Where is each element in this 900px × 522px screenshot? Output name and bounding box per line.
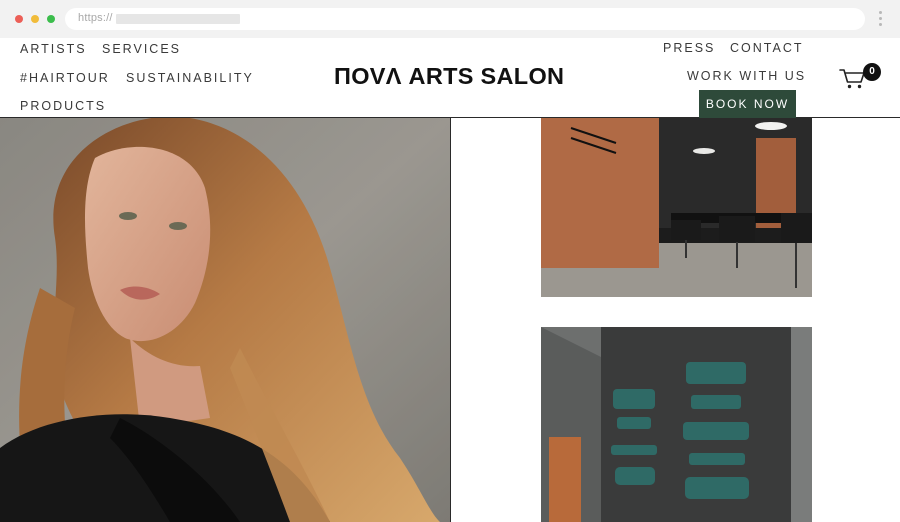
browser-toolbar: https:// bbox=[0, 0, 900, 38]
nav-services[interactable]: SERVICES bbox=[102, 42, 181, 56]
nav-hairtour[interactable]: #HAIRTOUR bbox=[20, 71, 110, 85]
nav-work-with-us[interactable]: WORK WITH US bbox=[687, 69, 806, 83]
address-bar[interactable]: https:// bbox=[65, 8, 865, 30]
book-now-button[interactable]: BOOK NOW bbox=[699, 90, 796, 119]
site-logo[interactable]: ПOVΛ ARTS SALON bbox=[334, 63, 564, 90]
minimize-window-button[interactable] bbox=[31, 15, 39, 23]
cart-count-badge: 0 bbox=[863, 63, 881, 81]
salon-wall-art-image bbox=[541, 327, 812, 522]
cart-button[interactable]: 0 bbox=[838, 62, 882, 90]
hero-portrait-image bbox=[0, 118, 451, 522]
maximize-window-button[interactable] bbox=[47, 15, 55, 23]
close-window-button[interactable] bbox=[15, 15, 23, 23]
nav-press[interactable]: PRESS bbox=[663, 41, 715, 55]
url-redacted bbox=[116, 14, 240, 24]
salon-interior-image bbox=[541, 118, 812, 297]
site-header: ARTISTS SERVICES #HAIRTOUR SUSTAINABILIT… bbox=[0, 38, 900, 119]
nav-sustainability[interactable]: SUSTAINABILITY bbox=[126, 71, 254, 85]
nav-products[interactable]: PRODUCTS bbox=[20, 99, 106, 113]
url-text: https:// bbox=[78, 12, 113, 24]
nav-contact[interactable]: CONTACT bbox=[730, 41, 804, 55]
kebab-menu-icon[interactable] bbox=[877, 11, 883, 29]
nav-artists[interactable]: ARTISTS bbox=[20, 42, 87, 56]
